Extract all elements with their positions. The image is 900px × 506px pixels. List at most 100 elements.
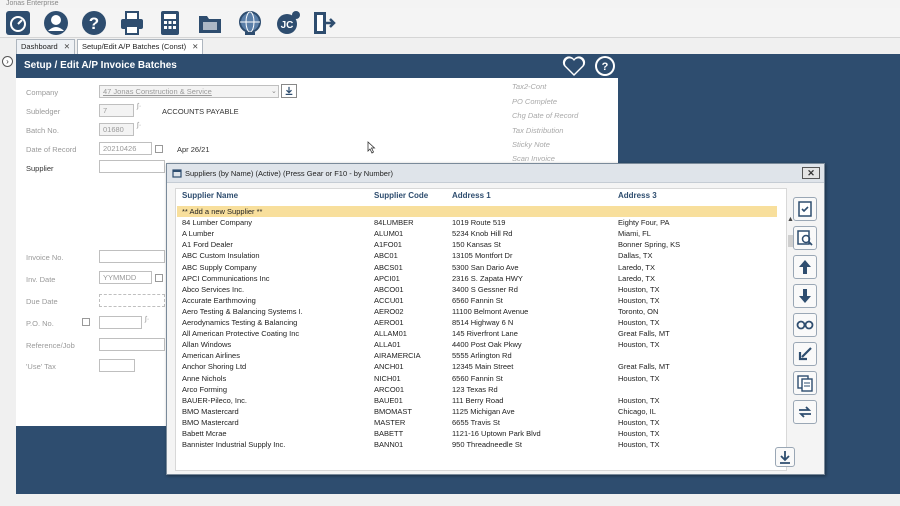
cell-address-3: Houston, TX	[618, 340, 660, 350]
cell-supplier-code: 84LUMBER	[374, 218, 414, 228]
tab-label: Dashboard	[21, 42, 58, 51]
company-lookup-button[interactable]	[281, 84, 297, 98]
table-row[interactable]: 84 Lumber Company 84LUMBER 1019 Route 519 E…	[177, 217, 777, 228]
cell-address-3: Houston, TX	[618, 440, 660, 450]
move-down-button[interactable]	[793, 284, 817, 308]
arrow-down-icon	[799, 289, 811, 303]
tab-ap-batches[interactable]: Setup/Edit A/P Batches (Const) ✕	[77, 39, 204, 54]
column-header-supplier-name[interactable]: Supplier Name	[182, 191, 238, 200]
link-sticky-note[interactable]: Sticky Note	[512, 140, 550, 149]
cell-address-3: Houston, TX	[618, 318, 660, 327]
column-header-address-1[interactable]: Address 1	[452, 191, 491, 200]
link-tax-distribution[interactable]: Tax Distribution	[512, 126, 563, 135]
supplier-input[interactable]	[99, 160, 165, 173]
expand-nav-icon[interactable]: ›	[2, 56, 13, 67]
refresh-button[interactable]	[793, 400, 817, 424]
po-input[interactable]	[99, 316, 142, 329]
supplier-grid: Supplier Name Supplier Code Address 1 Ad…	[175, 188, 794, 471]
column-header-supplier-code[interactable]: Supplier Code	[374, 191, 428, 200]
date-input[interactable]: 20210426	[99, 142, 152, 155]
select-record-button[interactable]	[793, 197, 817, 221]
batch-input[interactable]: 01680	[99, 123, 134, 136]
cell-supplier-name: Babett Mcrae	[182, 429, 227, 438]
table-row[interactable]: A1 Ford Dealer A1FO01 150 Kansas St Bonner …	[177, 239, 777, 250]
cell-address-3: Bonner Spring, KS	[618, 240, 681, 250]
link-chg-date-of-record[interactable]: Chg Date of Record	[512, 111, 578, 120]
return-button[interactable]	[793, 342, 817, 366]
user-icon[interactable]	[42, 9, 70, 37]
table-row[interactable]: BAUER-Pileco, Inc. BAUE01 111 Berry Road Ho…	[177, 395, 777, 406]
subledger-input[interactable]: 7	[99, 104, 134, 117]
table-row[interactable]: Allan Windows ALLA01 4400 Post Oak Pkwy Hou…	[177, 339, 777, 350]
table-row[interactable]: Aero Testing & Balancing Systems I. AERO0…	[177, 306, 777, 317]
cell-supplier-code: A1FO01	[374, 240, 402, 250]
move-up-button[interactable]	[793, 255, 817, 279]
logout-icon[interactable]	[310, 9, 338, 37]
po-checkbox[interactable]	[82, 318, 90, 326]
cell-supplier-name: American Airlines	[182, 351, 240, 361]
binoculars-search-button[interactable]	[793, 313, 817, 337]
table-row[interactable]: Arco Forming ARCO01 123 Texas Rd	[177, 384, 777, 395]
printer-icon[interactable]	[118, 9, 146, 37]
header-help-icon[interactable]: ?	[594, 55, 616, 77]
close-button[interactable]: ✕	[802, 167, 820, 179]
table-row[interactable]: All American Protective Coating Inc ALLAM…	[177, 328, 777, 339]
table-row[interactable]: BMO Mastercard BMOMAST 1125 Michigan Ave Ch…	[177, 406, 777, 417]
jc-icon[interactable]: JC	[274, 9, 302, 37]
invoice-input[interactable]	[99, 250, 165, 263]
add-new-supplier-row[interactable]: ** Add a new Supplier **	[177, 206, 777, 217]
calculator-icon[interactable]	[156, 9, 184, 37]
copy-button[interactable]	[793, 371, 817, 395]
table-row[interactable]: Anne Nichols NICH01 6560 Fannin St Houston,…	[177, 373, 777, 384]
lookup-icon[interactable]: ∫·	[137, 103, 141, 110]
lookup-icon[interactable]: ∫·	[145, 316, 149, 323]
calendar-icon[interactable]	[155, 274, 163, 282]
cell-supplier-name: All American Protective Coating Inc	[182, 329, 300, 339]
close-icon[interactable]: ✕	[192, 42, 198, 51]
company-select[interactable]: 47 Jonas Construction & Service	[99, 85, 279, 98]
table-row[interactable]: Anchor Shoring Ltd ANCH01 12345 Main Stree…	[177, 361, 777, 372]
refresh-icon	[798, 406, 812, 418]
table-row[interactable]: APCI Communications Inc APCI01 2316 S. Zap…	[177, 273, 777, 284]
cell-address-1: 4400 Post Oak Pkwy	[452, 340, 522, 350]
table-row[interactable]: Aerodynamics Testing & Balancing AERO01 85…	[177, 317, 777, 328]
duedate-input[interactable]	[99, 294, 165, 307]
table-row[interactable]: ABC Custom Insulation ABC01 13105 Montfort…	[177, 250, 777, 261]
supplier-label: Supplier	[26, 164, 54, 173]
cell-supplier-code: ABCO01	[374, 284, 404, 294]
table-row[interactable]: BMO Mastercard MASTER 6655 Travis St Housto…	[177, 417, 777, 428]
cell-supplier-code: ABC01	[374, 251, 398, 261]
download-button[interactable]	[775, 447, 795, 467]
cell-supplier-name: ABC Supply Company	[182, 262, 257, 272]
tab-dashboard[interactable]: Dashboard ✕	[16, 39, 75, 54]
column-header-address-3[interactable]: Address 3	[618, 191, 657, 200]
search-record-button[interactable]	[793, 226, 817, 250]
table-row[interactable]: Abco Services Inc. ABCO01 3400 S Gessner R…	[177, 284, 777, 295]
dashboard-icon[interactable]	[4, 9, 32, 37]
cell-address-1: 123 Texas Rd	[452, 384, 498, 394]
table-row[interactable]: Babett Mcrae BABETT 1121-16 Uptown Park Bl…	[177, 428, 777, 439]
table-row[interactable]: A Lumber ALUM01 5234 Knob Hill Rd Miami, FL	[177, 228, 777, 239]
table-row[interactable]: American Airlines AIRAMERCIA 5555 Arlingto…	[177, 350, 777, 361]
lookup-icon[interactable]: ∫·	[137, 122, 141, 129]
reference-input[interactable]	[99, 338, 165, 351]
table-row[interactable]: ABC Supply Company ABCS01 5300 San Dario A…	[177, 262, 777, 273]
chevron-down-icon[interactable]: ⌄	[271, 87, 277, 95]
invdate-label: Inv. Date	[26, 275, 56, 284]
table-row[interactable]: Bannister Industrial Supply Inc. BANN01 95…	[177, 439, 777, 450]
folder-icon[interactable]	[196, 9, 224, 37]
table-row[interactable]: Accurate Earthmoving ACCU01 6560 Fannin St…	[177, 295, 777, 306]
cell-address-3: Laredo, TX	[618, 262, 655, 272]
link-scan-invoice[interactable]: Scan Invoice	[512, 154, 555, 163]
usetax-input[interactable]	[99, 359, 135, 372]
help-icon[interactable]: ?	[80, 9, 108, 37]
invdate-input[interactable]: YYMMDD	[99, 271, 152, 284]
search-icon	[797, 230, 813, 246]
close-icon[interactable]: ✕	[64, 42, 70, 51]
subledger-description: ACCOUNTS PAYABLE	[162, 107, 239, 116]
favorite-heart-icon[interactable]	[562, 55, 586, 77]
link-po-complete[interactable]: PO Complete	[512, 97, 557, 106]
calendar-icon[interactable]	[155, 145, 163, 153]
link-tax2-cont[interactable]: Tax2-Cont	[512, 82, 546, 91]
globe-icon[interactable]	[236, 9, 264, 37]
